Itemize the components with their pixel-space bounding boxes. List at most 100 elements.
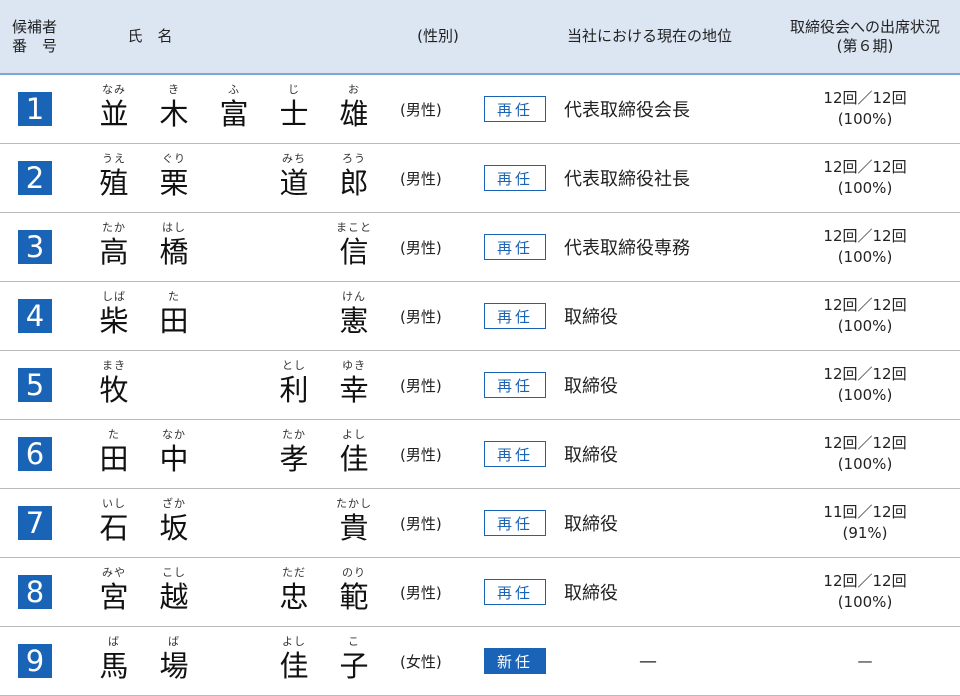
candidate-number-badge: 8 — [18, 575, 52, 609]
furigana: たか — [102, 221, 126, 234]
name-character: こし越 — [146, 566, 202, 614]
header-candidate-number: 候補者番 号 — [12, 17, 58, 55]
furigana: ざか — [162, 497, 186, 510]
attendance-count: — — [857, 651, 873, 670]
attendance-count: 12回／12回 — [823, 572, 907, 590]
candidate-name-cell: ば馬ば場よし佳こ子 — [78, 627, 398, 696]
name-character: まき牧 — [86, 359, 142, 407]
name-character: みや宮 — [86, 566, 142, 614]
name-character: まこと信 — [326, 221, 382, 269]
furigana: まき — [102, 359, 126, 372]
furigana: いし — [102, 497, 126, 510]
furigana: のり — [342, 566, 366, 579]
furigana: ば — [168, 635, 180, 648]
attendance-rate: (91%) — [842, 524, 888, 542]
kanji: 郎 — [339, 166, 369, 200]
candidate-number-badge: 6 — [18, 437, 52, 471]
current-position: 代表取締役社長 — [564, 169, 690, 190]
attendance-count: 11回／12回 — [823, 503, 907, 521]
status-badge: 再任 — [484, 579, 546, 605]
attendance: 12回／12回 (100%) — [770, 144, 960, 213]
candidate-name-cell: しば柴た田けん憲 — [78, 282, 398, 351]
name-character: みち道 — [266, 152, 322, 200]
status-badge: 再任 — [484, 165, 546, 191]
status-badge: 再任 — [484, 510, 546, 536]
attendance: 12回／12回 (100%) — [770, 282, 960, 351]
candidate-number-badge: 1 — [18, 92, 52, 126]
status-cell: 再任 — [478, 351, 560, 420]
name-character: ろう郎 — [326, 152, 382, 200]
name-character: なみ並 — [86, 83, 142, 131]
furigana: なか — [162, 428, 186, 441]
name-character: ざか坂 — [146, 497, 202, 545]
name-character: よし佳 — [326, 428, 382, 476]
gender: (男性) — [400, 100, 442, 119]
attendance-count: 12回／12回 — [823, 296, 907, 314]
furigana: しば — [102, 290, 126, 303]
status-badge: 再任 — [484, 303, 546, 329]
table-row: 6 た田なか中たか孝よし佳 (男性) 再任 取締役 12回／12回 (100%) — [0, 420, 960, 489]
kanji: 田 — [99, 442, 129, 476]
kanji: 子 — [339, 649, 369, 683]
name-character: ただ忠 — [266, 566, 322, 614]
candidate-number-badge: 2 — [18, 161, 52, 195]
header-badge-spacer — [478, 0, 560, 74]
gender: (男性) — [400, 169, 442, 188]
kanji: 殖 — [99, 166, 129, 200]
furigana: けん — [342, 290, 366, 303]
status-badge: 再任 — [484, 96, 546, 122]
header-name: 氏 名 — [127, 27, 173, 45]
name-character: いし石 — [86, 497, 142, 545]
gender: (男性) — [400, 307, 442, 326]
table-row: 1 なみ並き木ふ富じ士お雄 (男性) 再任 代表取締役会長 12回／12回 (100%) — [0, 74, 960, 144]
candidate-number-badge: 7 — [18, 506, 52, 540]
candidate-number-cell: 4 — [0, 282, 78, 351]
kanji: 柴 — [99, 304, 129, 338]
kanji: 宮 — [99, 580, 129, 614]
table-row: 7 いし石ざか坂たかし貴 (男性) 再任 取締役 11回／12回 (91%) — [0, 489, 960, 558]
attendance-count: 12回／12回 — [823, 89, 907, 107]
attendance-rate: (100%) — [837, 386, 893, 404]
gender: (男性) — [400, 514, 442, 533]
furigana: た — [108, 428, 120, 441]
kanji: 馬 — [99, 649, 129, 683]
candidate-table: 候補者番 号 氏 名 (性別) 当社における現在の地位 取締役会への出席状況 (第… — [0, 0, 960, 696]
kanji: 橋 — [159, 235, 189, 269]
candidate-number-cell: 9 — [0, 627, 78, 696]
name-character: うえ殖 — [86, 152, 142, 200]
furigana: ただ — [282, 566, 306, 579]
kanji: 孝 — [279, 442, 309, 476]
candidate-number-badge: 4 — [18, 299, 52, 333]
kanji: 雄 — [339, 97, 369, 131]
header-position: 当社における現在の地位 — [567, 27, 733, 45]
attendance-rate: (100%) — [837, 317, 893, 335]
name-character: た田 — [86, 428, 142, 476]
current-position: 取締役 — [564, 307, 618, 328]
kanji: 石 — [99, 511, 129, 545]
attendance: 12回／12回 (100%) — [770, 74, 960, 144]
current-position: 取締役 — [564, 514, 618, 535]
attendance-rate: (100%) — [837, 593, 893, 611]
furigana: よし — [282, 635, 306, 648]
candidate-name-cell: いし石ざか坂たかし貴 — [78, 489, 398, 558]
furigana: はし — [162, 221, 186, 234]
kanji: 道 — [279, 166, 309, 200]
kanji: 越 — [159, 580, 189, 614]
current-position: — — [639, 650, 657, 672]
attendance-rate: (100%) — [837, 110, 893, 128]
header-attendance: 取締役会への出席状況 (第６期) — [789, 17, 940, 55]
furigana: みち — [282, 152, 306, 165]
status-cell: 再任 — [478, 282, 560, 351]
candidate-number-cell: 1 — [0, 74, 78, 144]
candidate-number-cell: 5 — [0, 351, 78, 420]
name-character: しば柴 — [86, 290, 142, 338]
name-character: ぐり栗 — [146, 152, 202, 200]
status-badge: 新任 — [484, 648, 546, 674]
candidate-number-badge: 5 — [18, 368, 52, 402]
kanji: 坂 — [159, 511, 189, 545]
kanji: 牧 — [99, 373, 129, 407]
status-badge: 再任 — [484, 441, 546, 467]
name-character: たかし貴 — [326, 497, 382, 545]
status-cell: 再任 — [478, 420, 560, 489]
attendance: 12回／12回 (100%) — [770, 213, 960, 282]
